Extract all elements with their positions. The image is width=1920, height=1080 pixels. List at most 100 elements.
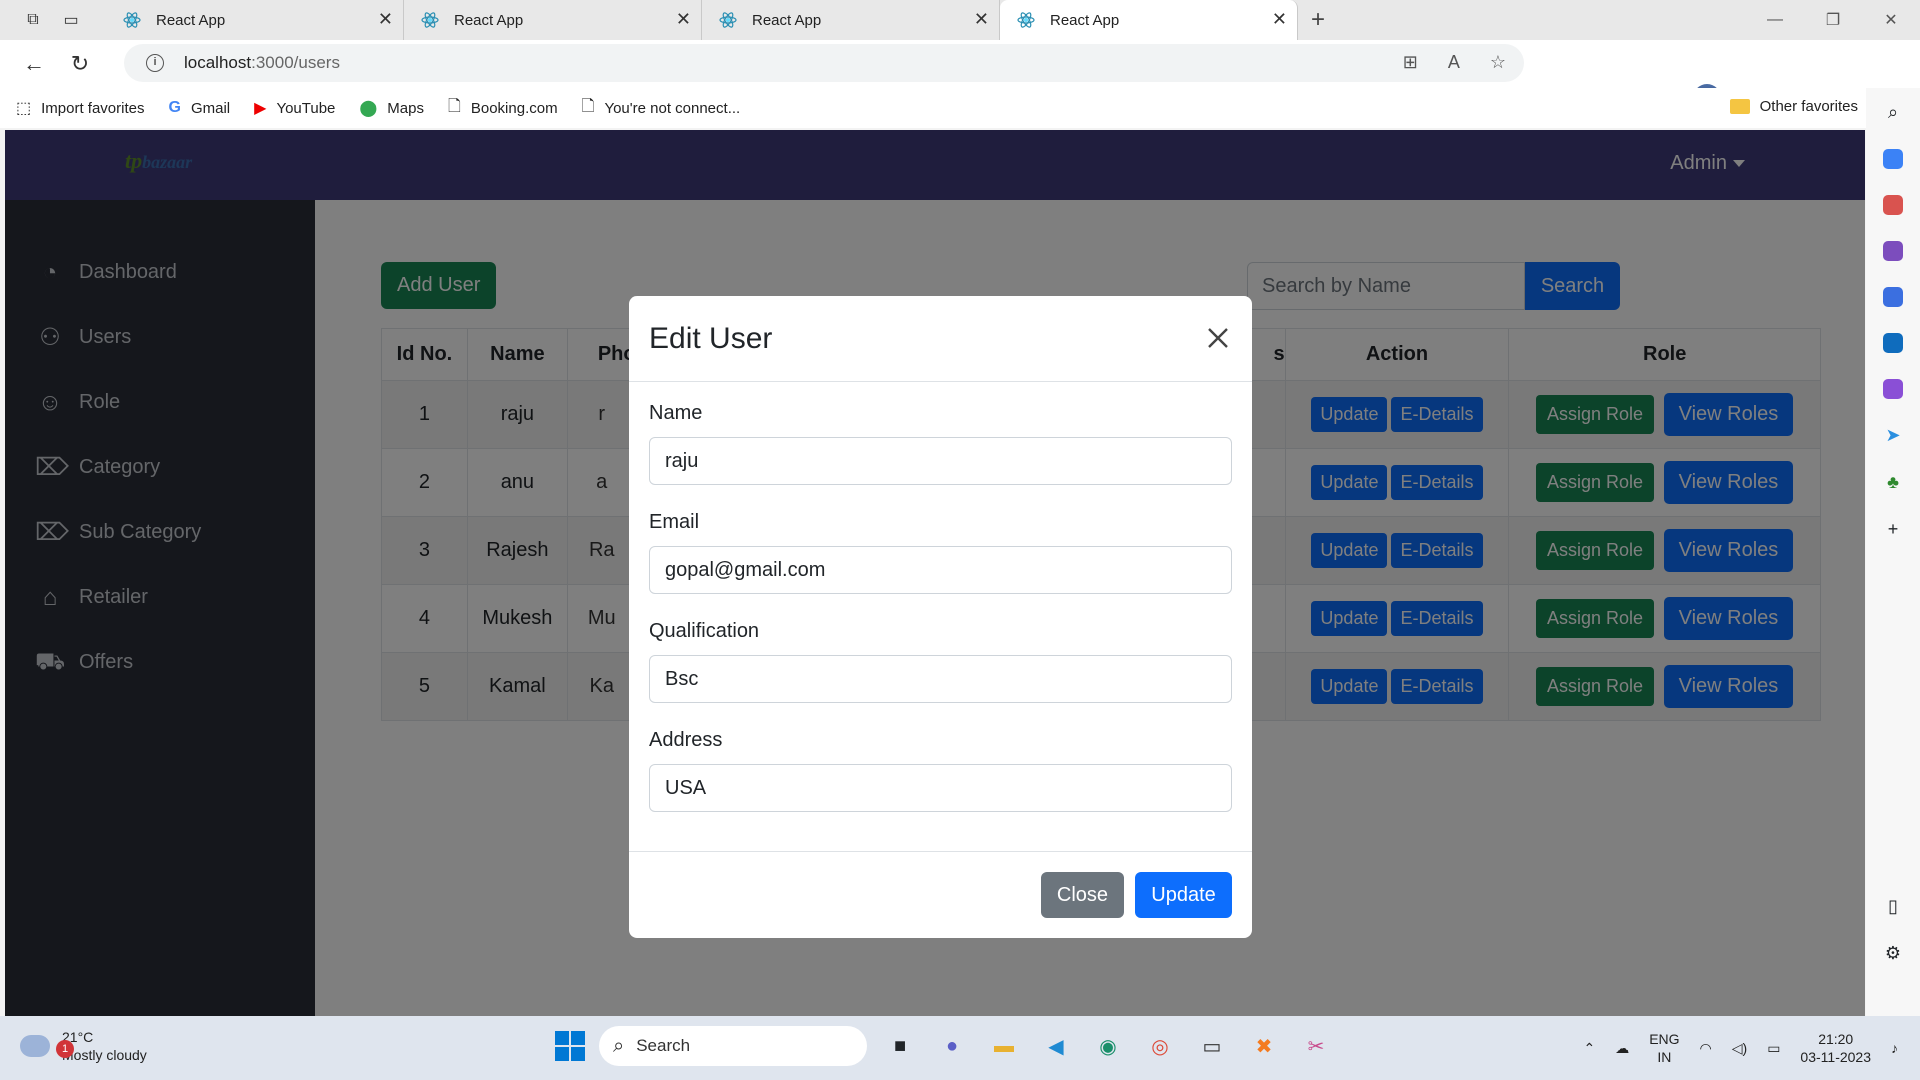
fav-youtube[interactable]: ▶ YouTube (254, 98, 335, 118)
google-icon: G (168, 99, 181, 116)
restore-icon[interactable]: ❐ (1804, 0, 1862, 40)
browser-tab[interactable]: React App ✕ (404, 0, 702, 40)
tree-icon[interactable]: ♣ (1887, 472, 1899, 493)
site-info-icon[interactable]: i (146, 54, 164, 72)
fav-gmail[interactable]: G Gmail (169, 99, 231, 117)
cloud-icon (20, 1035, 50, 1057)
tab-title: React App (752, 11, 822, 29)
send-icon[interactable]: ➤ (1885, 425, 1900, 446)
favorite-star-icon[interactable]: ☆ (1490, 52, 1506, 73)
xampp-icon[interactable]: ✖ (1245, 1027, 1283, 1065)
wifi-icon[interactable]: ◠ (1700, 1040, 1712, 1057)
modal-body: Name raju Email gopal@gmail.com Qualific… (629, 382, 1252, 852)
tab-title: React App (156, 11, 226, 29)
notifications-bell-icon[interactable]: ♪ (1891, 1040, 1898, 1056)
close-window-icon[interactable]: ✕ (1862, 0, 1920, 40)
time: 21:20 (1818, 1031, 1854, 1047)
url-text[interactable]: localhost:3000/users (184, 53, 340, 73)
fav-booking[interactable]: 🗋 Booking.com (448, 95, 558, 122)
date: 03-11-2023 (1800, 1049, 1871, 1065)
qualification-field[interactable]: Bsc (649, 655, 1232, 703)
edge-icon[interactable]: ◉ (1089, 1027, 1127, 1065)
other-favorites-label: Other favorites (1759, 98, 1858, 115)
windows-taskbar: 1 21°C Mostly cloudy ⌕ Search ■ ● ▬ ◀ ◉ ◎… (0, 1016, 1920, 1080)
window-controls: — ❐ ✕ (1746, 0, 1920, 40)
app-available-icon[interactable]: ⊞ (1403, 52, 1418, 73)
close-button[interactable]: Close (1041, 872, 1124, 918)
search-icon[interactable]: ⌕ (1888, 102, 1898, 123)
back-icon[interactable]: ← (14, 44, 54, 84)
close-tab-icon[interactable]: ✕ (974, 9, 989, 30)
youtube-icon: ▶ (254, 100, 267, 117)
task-view-icon[interactable]: ■ (881, 1027, 919, 1065)
microsoft365-icon[interactable] (1883, 287, 1903, 307)
settings-gear-icon[interactable]: ⚙ (1885, 943, 1901, 964)
weather-widget[interactable]: 1 21°C Mostly cloudy (20, 1028, 147, 1064)
fav-not-connected[interactable]: 🗋 You're not connect... (582, 95, 741, 122)
folder-icon (1729, 99, 1750, 114)
workspaces-icon[interactable]: ⧉ (18, 5, 48, 35)
address-field[interactable]: USA (649, 764, 1232, 812)
fav-label: YouTube (276, 99, 336, 117)
close-icon[interactable] (1200, 320, 1236, 356)
favorites-bar: ⬚ Import favorites G Gmail ▶ YouTube ⬤ Maps … (0, 88, 1920, 128)
page-icon: 🗋 (581, 97, 595, 115)
shopping-icon[interactable] (1883, 149, 1903, 169)
fav-import[interactable]: ⬚ Import favorites (16, 98, 145, 118)
url-path: :3000/users (251, 53, 340, 72)
browser-tab-active[interactable]: React App ✕ (1000, 0, 1298, 40)
react-icon (719, 12, 737, 28)
fav-label: You're not connect... (604, 99, 741, 117)
terminal-icon[interactable]: ▭ (1193, 1027, 1231, 1065)
chevron-up-icon[interactable]: ⌃ (1583, 1040, 1595, 1057)
tab-actions-icon[interactable]: ▭ (56, 5, 86, 35)
clock[interactable]: 21:20 03-11-2023 (1800, 1030, 1871, 1066)
import-icon: ⬚ (16, 100, 32, 117)
file-explorer-icon[interactable]: ▬ (985, 1027, 1023, 1065)
tools-icon[interactable] (1883, 195, 1903, 215)
fav-maps[interactable]: ⬤ Maps (359, 98, 424, 118)
outlook-icon[interactable] (1883, 333, 1903, 353)
lang-a: ENG (1649, 1031, 1680, 1047)
new-tab-icon[interactable]: + (1298, 6, 1338, 34)
windows-start-icon[interactable] (555, 1031, 585, 1061)
read-aloud-icon[interactable]: A (1448, 52, 1460, 73)
sidebar-toggle-icon[interactable]: ▯ (1888, 896, 1898, 917)
email-field[interactable]: gopal@gmail.com (649, 546, 1232, 594)
react-icon (123, 12, 141, 28)
react-icon (421, 12, 439, 28)
name-label: Name (649, 402, 703, 424)
update-button[interactable]: Update (1135, 872, 1232, 918)
page-icon: 🗋 (447, 97, 461, 115)
close-tab-icon[interactable]: ✕ (1272, 9, 1287, 30)
other-favorites[interactable]: Other favorites (1729, 98, 1858, 115)
designer-icon[interactable] (1883, 379, 1903, 399)
volume-icon[interactable]: ◁) (1732, 1040, 1747, 1057)
teams-chat-icon[interactable]: ● (933, 1027, 971, 1065)
chrome-icon[interactable]: ◎ (1141, 1027, 1179, 1065)
taskbar-search[interactable]: ⌕ Search (599, 1026, 867, 1066)
onedrive-icon[interactable]: ☁ (1615, 1040, 1629, 1057)
fav-label: Import favorites (41, 99, 145, 117)
battery-icon[interactable]: ▭ (1767, 1040, 1780, 1057)
minimize-icon[interactable]: — (1746, 0, 1804, 40)
address-bar[interactable]: i localhost:3000/users ⊞ A ☆ (124, 44, 1524, 82)
browser-tab[interactable]: React App ✕ (106, 0, 404, 40)
edge-sidebar: ⌕ ➤ ♣ + ▯ ⚙ (1866, 88, 1920, 1016)
temperature: 21°C (62, 1029, 94, 1045)
games-icon[interactable] (1883, 241, 1903, 261)
edit-user-modal: Edit User Name raju Email gopal@gmail.co… (629, 296, 1252, 938)
vscode-icon[interactable]: ◀ (1037, 1027, 1075, 1065)
snipping-tool-icon[interactable]: ✂ (1297, 1027, 1335, 1065)
refresh-icon[interactable]: ↻ (60, 44, 100, 84)
email-label: Email (649, 511, 700, 533)
browser-tab[interactable]: React App ✕ (702, 0, 1000, 40)
close-tab-icon[interactable]: ✕ (378, 9, 393, 30)
close-tab-icon[interactable]: ✕ (676, 9, 691, 30)
weather-condition: Mostly cloudy (62, 1047, 147, 1063)
name-field[interactable]: raju (649, 437, 1232, 485)
add-sidebar-icon[interactable]: + (1888, 519, 1899, 540)
tab-title: React App (1050, 11, 1120, 29)
language-indicator[interactable]: ENG IN (1649, 1030, 1679, 1066)
notification-badge: 1 (56, 1040, 74, 1058)
